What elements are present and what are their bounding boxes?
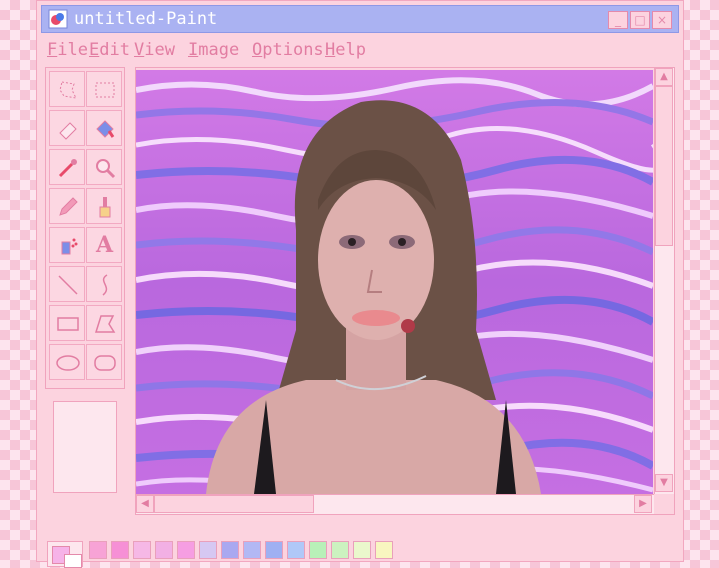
menu-view[interactable]: View (134, 39, 175, 61)
background-color[interactable] (64, 554, 82, 568)
tool-rect-select[interactable] (86, 71, 122, 107)
tool-ellipse[interactable] (49, 344, 85, 380)
tool-rectangle[interactable] (49, 305, 85, 341)
palette-swatch[interactable] (243, 541, 261, 559)
tool-brush[interactable] (86, 188, 122, 224)
rect-select-icon (95, 82, 115, 98)
scroll-down-arrow-icon[interactable]: ▼ (655, 474, 673, 492)
horizontal-scrollbar[interactable]: ◀ ▶ (136, 494, 654, 514)
free-form-select-icon (59, 81, 77, 99)
line-icon (58, 275, 78, 295)
tool-free-form-select[interactable] (49, 71, 85, 107)
color-palette (45, 537, 675, 568)
tool-line[interactable] (49, 266, 85, 302)
menu-image[interactable]: Image (188, 39, 239, 61)
scroll-up-arrow-icon[interactable]: ▲ (655, 68, 673, 86)
drawing-canvas[interactable] (136, 70, 653, 494)
tool-fill-bucket[interactable] (86, 110, 122, 146)
close-button[interactable]: × (652, 11, 672, 29)
menu-file[interactable]: File (47, 39, 88, 61)
color-picker-icon (58, 159, 77, 178)
pencil-icon (59, 197, 78, 216)
palette-swatch[interactable] (199, 541, 217, 559)
palette-swatch[interactable] (265, 541, 283, 559)
palette-swatch[interactable] (221, 541, 239, 559)
palette-swatch[interactable] (155, 541, 173, 559)
rounded-rectangle-icon (94, 355, 116, 371)
tool-curve[interactable] (86, 266, 122, 302)
tool-airbrush[interactable] (49, 227, 85, 263)
vertical-scrollbar[interactable]: ▲ ▼ (654, 68, 674, 494)
minimize-button[interactable]: _ (608, 11, 628, 29)
text-icon: A (96, 232, 114, 258)
tool-color-picker[interactable] (49, 149, 85, 185)
brush-icon (99, 197, 111, 218)
tool-pencil[interactable] (49, 188, 85, 224)
toolbox: A (45, 67, 125, 389)
scroll-left-arrow-icon[interactable]: ◀ (136, 495, 154, 513)
tool-eraser[interactable] (49, 110, 85, 146)
menu-help[interactable]: Help (325, 39, 366, 61)
ellipse-icon (56, 355, 80, 371)
magnifier-icon (96, 159, 116, 179)
canvas-frame: ▲ ▼ ◀ ▶ (135, 67, 675, 515)
tool-polygon[interactable] (86, 305, 122, 341)
palette-swatch[interactable] (287, 541, 305, 559)
palette-swatch[interactable] (375, 541, 393, 559)
tool-text[interactable]: A (86, 227, 122, 263)
paint-app-icon (48, 9, 68, 29)
rectangle-icon (57, 317, 79, 331)
menu-options[interactable]: Options (252, 39, 324, 61)
paint-window: untitled-Paint _ □ × File Edit View Imag… (36, 0, 684, 568)
tool-rounded-rectangle[interactable] (86, 344, 122, 380)
eraser-icon (59, 122, 77, 140)
palette-swatch[interactable] (331, 541, 349, 559)
horizontal-scroll-thumb[interactable] (154, 495, 314, 513)
title-bar[interactable]: untitled-Paint _ □ × (41, 5, 679, 33)
palette-swatch[interactable] (89, 541, 107, 559)
maximize-button[interactable]: □ (630, 11, 650, 29)
fill-bucket-icon (96, 120, 115, 138)
curve-icon (102, 274, 108, 296)
airbrush-icon (61, 238, 78, 255)
current-colors[interactable] (47, 541, 83, 568)
menu-edit[interactable]: Edit (89, 39, 130, 61)
polygon-icon (94, 315, 116, 333)
scroll-right-arrow-icon[interactable]: ▶ (634, 495, 652, 513)
tool-magnifier[interactable] (86, 149, 122, 185)
vertical-scroll-thumb[interactable] (655, 86, 673, 246)
canvas-image (136, 70, 653, 494)
palette-swatch[interactable] (133, 541, 151, 559)
palette-swatch[interactable] (309, 541, 327, 559)
palette-swatch[interactable] (353, 541, 371, 559)
tool-options-box[interactable] (53, 401, 117, 493)
window-title: untitled-Paint (74, 9, 218, 29)
palette-swatch[interactable] (111, 541, 129, 559)
palette-swatch[interactable] (177, 541, 195, 559)
